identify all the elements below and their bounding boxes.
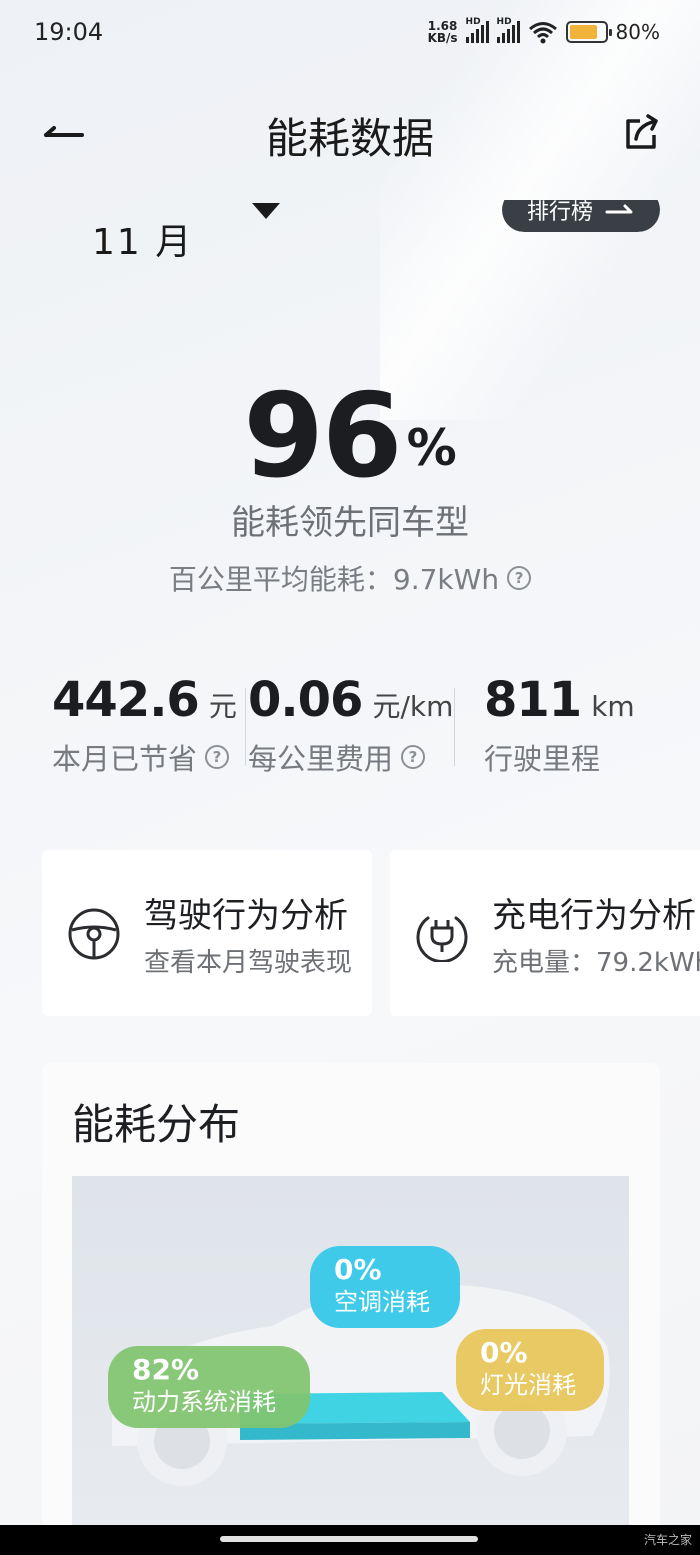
card-title: 驾驶行为分析 xyxy=(144,896,348,936)
efficiency-score: 96 % 能耗领先同车型 百公里平均能耗：9.7kWh ? xyxy=(0,365,700,598)
stat-label: 每公里费用 xyxy=(248,742,394,776)
section-title: 能耗分布 xyxy=(72,1100,241,1149)
status-bar: 19:04 1.68 KB/s HD HD 80% xyxy=(0,0,700,64)
battery-icon xyxy=(565,21,612,43)
car-illustration: 0% 空调消耗 82% 动力系统消耗 0% 灯光消耗 xyxy=(72,1176,629,1543)
ranking-label: 排行榜 xyxy=(526,200,593,225)
battery-fill xyxy=(569,25,597,39)
ac-consumption-bubble: 0% 空调消耗 xyxy=(310,1246,460,1328)
score-caption: 能耗领先同车型 xyxy=(231,503,469,543)
stat-value: 811 xyxy=(484,672,582,728)
signal-icon: HD xyxy=(465,17,489,43)
arrow-right-icon xyxy=(605,204,633,214)
battery-percent: 80% xyxy=(615,20,660,44)
stat-value: 442.6 xyxy=(52,672,200,728)
charging-plug-icon xyxy=(416,916,468,962)
stat-unit: 元 xyxy=(208,690,237,723)
card-title: 充电行为分析 xyxy=(492,896,696,936)
driving-analysis-card[interactable]: 驾驶行为分析 查看本月驾驶表现 xyxy=(42,850,372,1016)
energy-distribution-card: 能耗分布 0% 空调消耗 82% 动力系统消耗 0% 灯光消耗 xyxy=(42,1063,660,1543)
signal-icon: HD xyxy=(496,17,520,43)
system-navigation-bar: 汽车之家 xyxy=(0,1525,700,1555)
ranking-button[interactable]: 排行榜 xyxy=(502,200,660,232)
status-icons: 1.68 KB/s HD HD 80% xyxy=(428,16,660,48)
avg-consumption: 百公里平均能耗：9.7kWh ? xyxy=(0,558,700,598)
stat-cost-per-km: 0.06 元/km 每公里费用 ? xyxy=(248,672,453,778)
month-selector[interactable]: 11 月 xyxy=(92,195,292,275)
watermark: 汽车之家 xyxy=(643,1533,692,1547)
caret-down-icon xyxy=(252,203,280,219)
stat-unit: 元/km xyxy=(372,690,454,723)
monthly-stats: 442.6 元 本月已节省 ? 0.06 元/km 每公里费用 ? 811 km… xyxy=(0,672,700,782)
steering-wheel-icon xyxy=(68,908,120,960)
avg-consumption-label: 百公里平均能耗：9.7kWh xyxy=(168,563,500,596)
powertrain-consumption-bubble: 82% 动力系统消耗 xyxy=(108,1346,310,1428)
header: 能耗数据 xyxy=(0,95,700,175)
wifi-icon xyxy=(528,22,557,44)
share-icon[interactable] xyxy=(622,113,662,153)
score-value: 96 xyxy=(243,369,402,504)
divider xyxy=(454,688,455,766)
lighting-consumption-bubble: 0% 灯光消耗 xyxy=(456,1329,604,1411)
score-unit: % xyxy=(406,419,457,477)
help-icon[interactable]: ? xyxy=(507,566,532,590)
help-icon[interactable]: ? xyxy=(401,745,426,769)
card-subtitle: 查看本月驾驶表现 xyxy=(144,948,353,978)
stat-unit: km xyxy=(591,690,635,723)
stat-mileage: 811 km 行驶里程 xyxy=(484,672,635,778)
divider xyxy=(245,688,246,766)
stat-value: 0.06 xyxy=(248,672,363,728)
charging-analysis-card[interactable]: 充电行为分析 充电量：79.2kWh xyxy=(390,850,700,1016)
home-indicator[interactable] xyxy=(220,1536,478,1542)
network-speed: 1.68 KB/s xyxy=(427,19,458,45)
status-time: 19:04 xyxy=(34,18,104,46)
month-label: 11 月 xyxy=(92,222,194,263)
stat-label: 本月已节省 xyxy=(52,742,198,776)
card-subtitle: 充电量：79.2kWh xyxy=(492,948,700,978)
stat-savings: 442.6 元 本月已节省 ? xyxy=(52,672,237,778)
page-title: 能耗数据 xyxy=(265,114,434,163)
stat-label: 行驶里程 xyxy=(484,742,601,776)
help-icon[interactable]: ? xyxy=(205,745,230,769)
